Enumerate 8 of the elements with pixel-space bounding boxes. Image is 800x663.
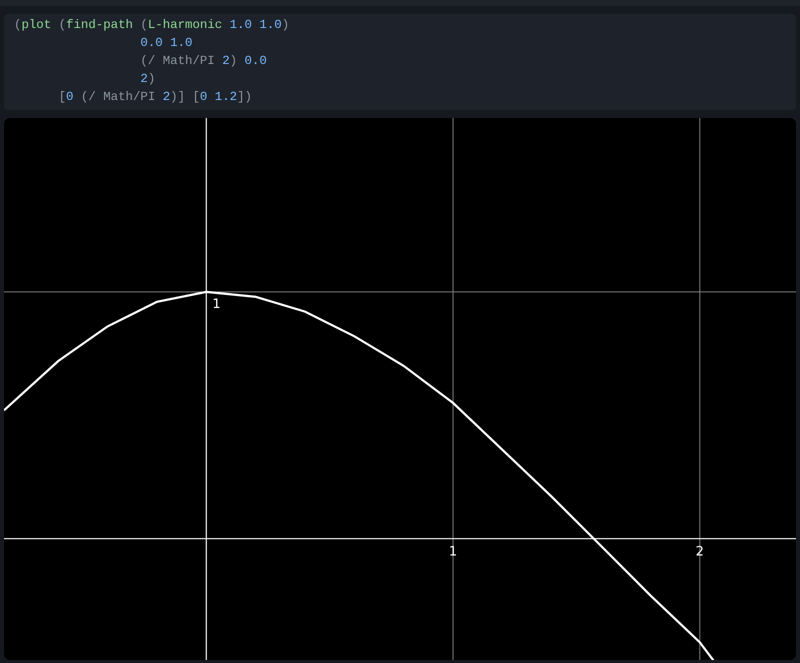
code-line: 2) bbox=[139, 71, 156, 88]
y-tick-label: 1 bbox=[212, 296, 221, 312]
x-tick-label: 1 bbox=[448, 544, 458, 560]
x-tick-label: 2 bbox=[696, 544, 704, 560]
code-line: (/ Math/PI 2) 0.0 bbox=[139, 53, 268, 70]
code-line: [0 (/ Math/PI 2)] [0 1.2]) bbox=[58, 89, 253, 106]
code-line: (plot (find-path (L-harmonic 1.0 1.0) bbox=[14, 17, 290, 34]
code-line: 0.0 1.0 bbox=[139, 35, 194, 52]
